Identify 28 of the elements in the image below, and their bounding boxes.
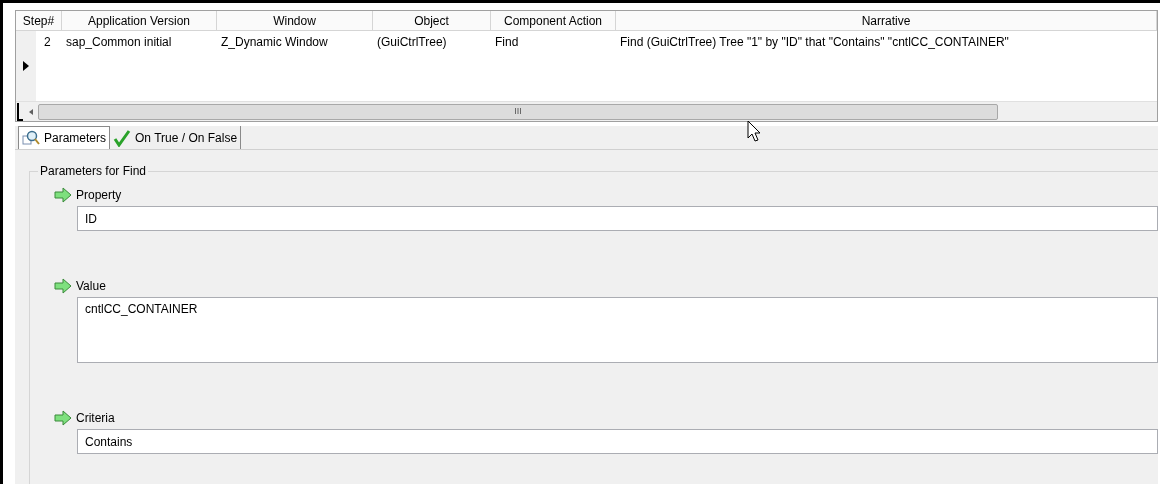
column-header[interactable]: Narrative xyxy=(616,11,1157,30)
input-field[interactable]: ID xyxy=(77,206,1158,231)
table-cell-text: Find (GuiCtrlTree) Tree "1" by "ID" that "Contains" "cntlCC_CONTAINER" xyxy=(619,34,1010,51)
input-field[interactable]: Contains xyxy=(77,429,1158,454)
tab[interactable]: On True / On False xyxy=(110,126,242,149)
field-label: Criteria xyxy=(76,410,115,427)
field-label: Property xyxy=(76,187,122,204)
column-header[interactable]: Object xyxy=(373,11,491,30)
table-cell-text: 2 xyxy=(43,34,52,51)
scrollbar-thumb[interactable]: III xyxy=(38,103,998,120)
group-title: Parameters for Find xyxy=(38,164,149,178)
field-label: Value xyxy=(76,278,106,295)
arrow-icon xyxy=(54,278,72,294)
column-header[interactable]: Application Version xyxy=(62,11,217,30)
table-cell-text: sap_Common initial xyxy=(65,34,173,51)
input-field[interactable]: cntlCC_CONTAINER xyxy=(77,297,1158,363)
arrow-icon xyxy=(54,410,72,426)
corner-mark xyxy=(17,102,23,121)
column-header[interactable]: Window xyxy=(217,11,373,30)
column-header[interactable]: Component Action xyxy=(491,11,616,30)
table-cell-text: Find xyxy=(494,34,520,51)
checkmark-icon xyxy=(113,128,132,147)
column-header[interactable]: Step# xyxy=(16,11,62,30)
table-cell-text: Z_Dynamic Window xyxy=(220,34,329,51)
magnifier-icon xyxy=(22,130,40,146)
arrow-icon xyxy=(54,187,72,203)
table-cell-text: (GuiCtrlTree) xyxy=(376,34,448,51)
tab[interactable]: Parameters xyxy=(18,126,111,149)
